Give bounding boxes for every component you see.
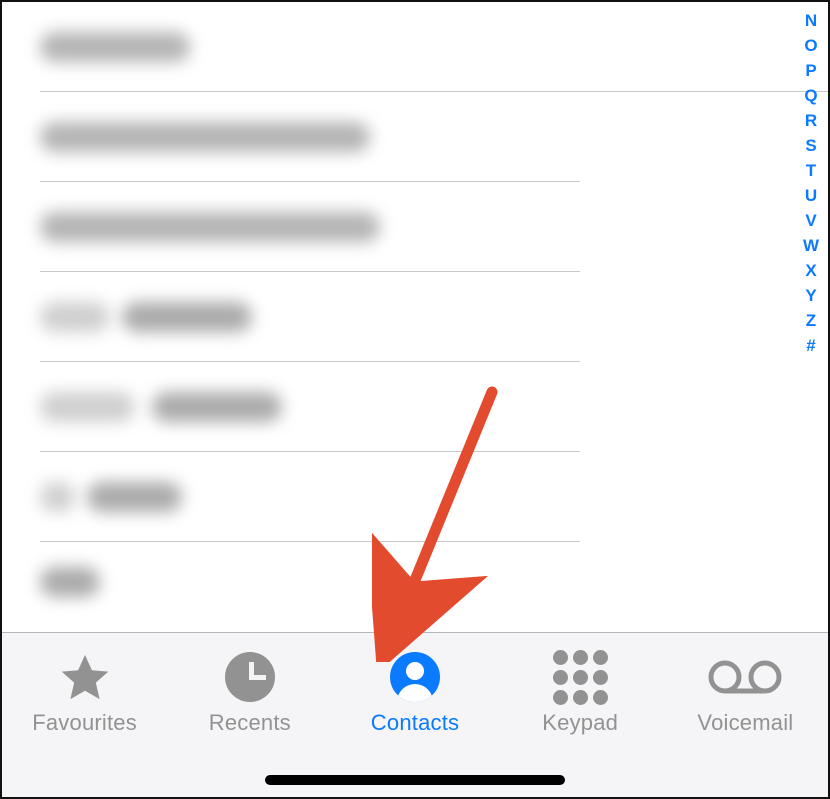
index-letter[interactable]: R bbox=[805, 112, 817, 129]
index-letter[interactable]: S bbox=[805, 137, 816, 154]
phone-app-screen: N O P Q R S T U V W X Y Z # Favourites bbox=[0, 0, 830, 799]
keypad-tab[interactable]: Keypad bbox=[498, 648, 663, 736]
alphabet-index[interactable]: N O P Q R S T U V W X Y Z # bbox=[800, 12, 822, 354]
contacts-list-area: N O P Q R S T U V W X Y Z # bbox=[2, 2, 828, 634]
tab-label: Voicemail bbox=[697, 710, 793, 736]
index-letter[interactable]: P bbox=[805, 62, 816, 79]
index-letter[interactable]: N bbox=[805, 12, 817, 29]
clock-icon bbox=[225, 648, 275, 706]
contact-row[interactable] bbox=[2, 2, 828, 92]
tab-label: Contacts bbox=[371, 710, 459, 736]
index-letter[interactable]: Y bbox=[805, 287, 816, 304]
tab-label: Keypad bbox=[542, 710, 618, 736]
contact-row[interactable] bbox=[2, 92, 828, 182]
index-letter[interactable]: O bbox=[804, 37, 817, 54]
contact-row[interactable] bbox=[2, 542, 828, 622]
index-letter[interactable]: Q bbox=[804, 87, 817, 104]
recents-tab[interactable]: Recents bbox=[167, 648, 332, 736]
keypad-icon bbox=[553, 648, 608, 706]
index-letter[interactable]: V bbox=[805, 212, 816, 229]
index-letter[interactable]: T bbox=[806, 162, 816, 179]
index-letter[interactable]: W bbox=[803, 237, 819, 254]
home-indicator[interactable] bbox=[265, 775, 565, 785]
contact-row[interactable] bbox=[2, 452, 828, 542]
contact-row[interactable] bbox=[2, 182, 828, 272]
contact-row[interactable] bbox=[2, 272, 828, 362]
index-letter[interactable]: # bbox=[806, 337, 815, 354]
tab-label: Favourites bbox=[32, 710, 137, 736]
favourites-tab[interactable]: Favourites bbox=[2, 648, 167, 736]
index-letter[interactable]: Z bbox=[806, 312, 816, 329]
tab-bar: Favourites Recents Contacts Keypad bbox=[2, 632, 828, 797]
contact-row[interactable] bbox=[2, 362, 828, 452]
index-letter[interactable]: X bbox=[805, 262, 816, 279]
index-letter[interactable]: U bbox=[805, 187, 817, 204]
voicemail-tab[interactable]: Voicemail bbox=[663, 648, 828, 736]
contacts-tab[interactable]: Contacts bbox=[332, 648, 497, 736]
tab-label: Recents bbox=[209, 710, 291, 736]
voicemail-icon bbox=[707, 648, 783, 706]
person-icon bbox=[390, 648, 440, 706]
star-icon bbox=[57, 648, 113, 706]
contacts-list[interactable] bbox=[2, 2, 828, 622]
